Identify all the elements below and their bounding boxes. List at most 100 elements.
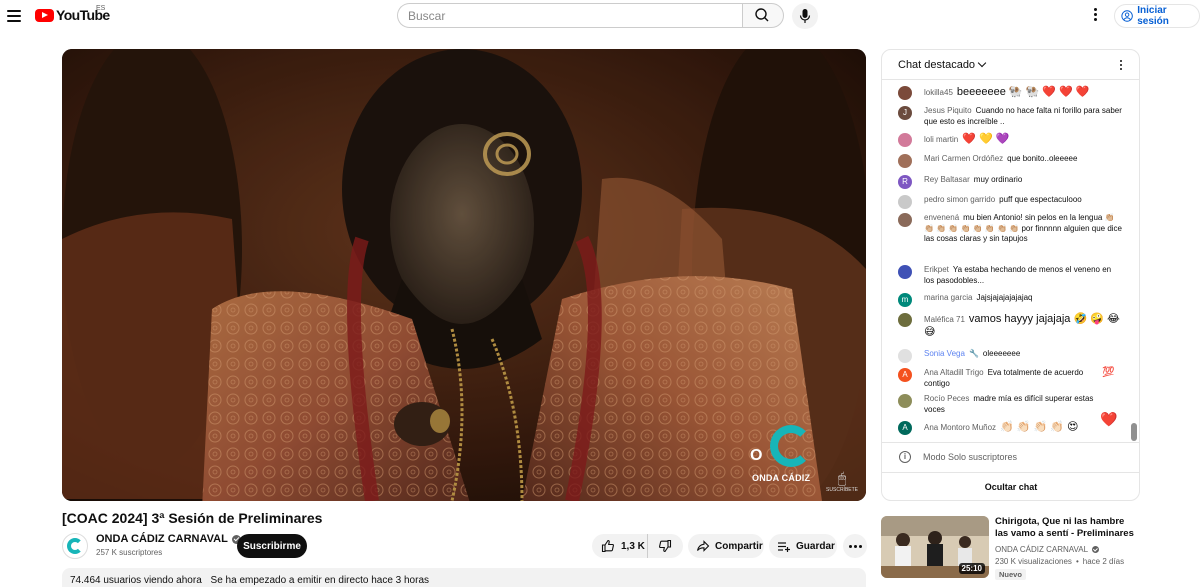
chat-avatar: A xyxy=(898,368,912,382)
thumbs-up-icon xyxy=(601,539,614,553)
video-player[interactable]: O ONDA CÁDIZ 🖱 SUSCRÍBETE xyxy=(62,49,866,501)
subscribe-watermark-label: SUSCRÍBETE xyxy=(826,487,858,493)
info-icon: i xyxy=(899,450,911,463)
like-dislike-group: 1,3 K xyxy=(592,534,683,558)
subscribe-watermark[interactable]: 🖱 SUSCRÍBETE xyxy=(826,470,858,493)
chat-avatar: A xyxy=(898,421,912,435)
account-icon xyxy=(1121,10,1133,22)
recommended-views: 230 K visualizaciones xyxy=(995,557,1072,566)
masthead: YouTube ES Iniciar sesión xyxy=(0,0,1200,32)
channel-avatar[interactable] xyxy=(62,533,88,559)
chat-message: Sonia Vega 🔧 oleeeeeee xyxy=(898,349,1123,363)
recommended-thumbnail[interactable]: 25:10 xyxy=(881,516,989,578)
like-button[interactable]: 1,3 K xyxy=(592,534,648,558)
description-box[interactable]: 74.464 usuarios viendo ahora Se ha empez… xyxy=(62,568,866,587)
chat-message: m marina garcia Jajsjajajajajajaq xyxy=(898,293,1123,307)
video-frame xyxy=(62,49,866,501)
floating-heart-icon: ❤️ xyxy=(1100,411,1118,427)
chat-avatar xyxy=(898,265,912,279)
subscriber-count: 257 K suscriptores xyxy=(96,548,163,557)
chat-author: Rey Baltasar xyxy=(924,175,970,184)
save-button[interactable]: Guardar xyxy=(769,534,837,558)
chat-avatar xyxy=(898,313,912,327)
youtube-play-icon xyxy=(35,8,54,22)
video-title: [COAC 2024] 3ª Sesión de Preliminares xyxy=(62,510,323,526)
chat-avatar xyxy=(898,195,912,209)
chat-author: Ana Montoro Muñoz xyxy=(924,423,997,432)
chat-text: que bonito..oleeeee xyxy=(1007,154,1078,163)
chat-message: Maléfica 71 vamos hayyy jajajaja 🤣 🤪 😂 😅 xyxy=(898,313,1123,338)
chat-avatar xyxy=(898,86,912,100)
chat-text: puff que espectaculooo xyxy=(999,195,1082,204)
hide-chat-button[interactable]: Ocultar chat xyxy=(882,472,1139,500)
chat-scrollbar[interactable] xyxy=(1131,423,1137,441)
chat-author: Ana Altadill Trigo xyxy=(924,368,984,377)
chat-author: Maléfica 71 xyxy=(924,315,965,324)
recommended-title[interactable]: Chirigota, Que ni las hambre las vamo a … xyxy=(995,516,1140,540)
chat-message: A Ana Montoro Muñoz 👏🏻 👏🏻 👏🏻 👏🏻 😍 xyxy=(898,421,1123,435)
chat-text: 👏🏻 👏🏻 👏🏻 👏🏻 😍 xyxy=(1000,421,1079,433)
chat-text: Ya estaba hechando de menos el veneno en… xyxy=(924,265,1112,285)
search-button[interactable] xyxy=(742,3,784,28)
chat-message: A Ana Altadill Trigo Eva totalmente de ac… xyxy=(898,367,1123,389)
signin-label: Iniciar sesión xyxy=(1137,5,1169,27)
recommended-age: hace 2 días xyxy=(1072,557,1124,566)
onda-cadiz-watermark: O ONDA CÁDIZ xyxy=(750,425,816,483)
chat-author: envenená xyxy=(924,213,960,222)
chat-header: Chat destacado xyxy=(882,50,1139,80)
verified-icon xyxy=(1092,546,1100,553)
chat-messages[interactable]: lokilla45 beeeeeee 🐏 🐏 ❤️ ❤️ ❤️ J Jesus P… xyxy=(882,81,1139,441)
chat-avatar xyxy=(898,154,912,168)
chat-author: Jesus Piquito xyxy=(924,106,972,115)
save-label: Guardar xyxy=(796,540,835,552)
subscribers-only-notice: i Modo Solo suscriptores xyxy=(882,442,1139,470)
country-code: ES xyxy=(96,5,106,12)
chat-message: Rocío Peces madre mía es difícil superar … xyxy=(898,394,1123,415)
voice-search-button[interactable] xyxy=(792,3,818,29)
chat-author: Mari Carmen Ordóñez xyxy=(924,154,1004,163)
chat-message: J Jesus Piquito Cuando no hace falta ni f… xyxy=(898,106,1123,127)
chat-text: muy ordinario xyxy=(973,175,1023,184)
new-badge: Nuevo xyxy=(995,569,1026,580)
video-duration: 25:10 xyxy=(958,563,985,574)
subscribe-button[interactable]: Suscribirme xyxy=(237,534,307,558)
chat-author: pedro simon garrido xyxy=(924,195,996,204)
menu-icon[interactable] xyxy=(4,6,24,26)
more-actions-button[interactable] xyxy=(843,534,867,558)
chat-author: Sonia Vega xyxy=(924,349,965,358)
search-input[interactable] xyxy=(397,3,743,28)
chat-text: Jajsjajajajajajaq xyxy=(976,293,1033,302)
watermark-logo-icon xyxy=(770,425,812,467)
channel-name-link[interactable]: ONDA CÁDIZ CARNAVAL xyxy=(96,533,241,545)
recommended-meta: 230 K visualizacioneshace 2 días xyxy=(995,557,1124,566)
wrench-icon: 🔧 xyxy=(968,349,979,358)
dislike-button[interactable] xyxy=(648,534,682,558)
signin-button[interactable]: Iniciar sesión xyxy=(1114,4,1200,28)
live-chat: Chat destacado lokilla45 beeeeeee 🐏 🐏 ❤️ … xyxy=(881,49,1140,501)
watermark-letter: O xyxy=(750,447,763,464)
chat-author: marina garcia xyxy=(924,293,973,302)
viewer-count: 74.464 usuarios viendo ahora xyxy=(70,575,202,586)
share-button[interactable]: Compartir xyxy=(688,534,764,558)
watermark-text: ONDA CÁDIZ xyxy=(752,473,811,483)
thumbs-down-icon xyxy=(659,539,672,553)
recommended-channel-row: ONDA CÁDIZ CARNAVAL xyxy=(995,545,1100,554)
chat-text: oleeeeeee xyxy=(982,349,1021,358)
chat-text: beeeeeee 🐏 🐏 ❤️ ❤️ ❤️ xyxy=(956,86,1090,98)
recommended-video[interactable]: 25:10 Chirigota, Que ni las hambre las v… xyxy=(881,516,1141,580)
chat-menu-icon[interactable] xyxy=(1117,58,1125,72)
chat-author: lokilla45 xyxy=(924,88,953,97)
settings-menu-icon[interactable] xyxy=(1088,6,1102,26)
recommended-channel[interactable]: ONDA CÁDIZ CARNAVAL xyxy=(995,545,1088,554)
chat-message: Mari Carmen Ordóñez que bonito..oleeeee xyxy=(898,154,1123,168)
chat-avatar: m xyxy=(898,293,912,307)
chevron-down-icon xyxy=(977,58,987,67)
more-horizontal-icon xyxy=(848,544,863,548)
hundred-points-icon: 💯 xyxy=(1102,367,1115,378)
chat-mode-selector[interactable]: Chat destacado xyxy=(898,58,987,71)
chat-header-title: Chat destacado xyxy=(898,58,976,71)
chat-avatar: R xyxy=(898,175,912,189)
chat-message: R Rey Baltasar muy ordinario xyxy=(898,175,1123,189)
chat-author: loli martin xyxy=(924,135,959,144)
share-label: Compartir xyxy=(715,540,763,552)
